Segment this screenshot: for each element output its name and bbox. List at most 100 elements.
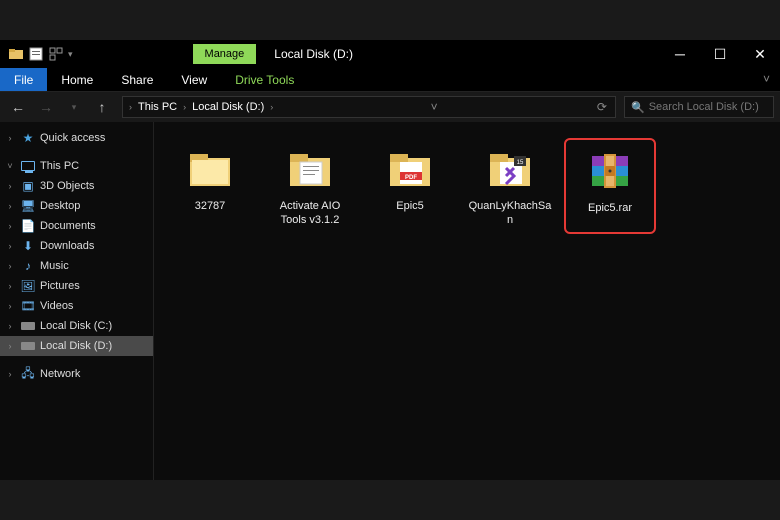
- sidebar-label: Pictures: [40, 280, 80, 292]
- file-explorer-window: ▾ Manage Local Disk (D:) ─ ☐ ✕ File Home…: [0, 0, 780, 520]
- cube-icon: ▣: [20, 178, 36, 194]
- titlebar: ▾ Manage Local Disk (D:) ─ ☐ ✕: [0, 40, 780, 68]
- chevron-right-icon[interactable]: ›: [4, 301, 16, 311]
- file-name: Epic5.rar: [588, 202, 632, 216]
- sidebar-label: Music: [40, 260, 69, 272]
- chevron-right-icon[interactable]: ›: [4, 221, 16, 231]
- downloads-icon: ⬇: [20, 238, 36, 254]
- manage-contextual-tab[interactable]: Manage: [193, 44, 257, 64]
- sidebar-label: Quick access: [40, 132, 105, 144]
- sidebar-label: 3D Objects: [40, 180, 94, 192]
- svg-text:PDF: PDF: [405, 175, 417, 181]
- chevron-right-icon[interactable]: ›: [4, 201, 16, 211]
- pc-icon: [20, 158, 36, 174]
- file-list[interactable]: 32787 Activate AIO Tools v3.1.2 PDF Epic…: [154, 122, 780, 480]
- navigation-pane: › ★ Quick access ˅ This PC › ▣ 3D Object…: [0, 122, 154, 480]
- sidebar-item-local-disk-c[interactable]: › Local Disk (C:): [0, 316, 153, 336]
- chevron-down-icon[interactable]: ˅: [4, 161, 16, 171]
- chevron-right-icon[interactable]: ›: [4, 181, 16, 191]
- sidebar-item-network[interactable]: › 🖧 Network: [0, 364, 153, 384]
- window-title: Local Disk (D:): [274, 47, 353, 61]
- properties-icon[interactable]: [28, 46, 44, 62]
- folder-icon: [8, 46, 24, 62]
- drive-icon: [20, 318, 36, 334]
- tab-home[interactable]: Home: [47, 68, 107, 91]
- sidebar-item-this-pc[interactable]: ˅ This PC: [0, 156, 153, 176]
- chevron-right-icon[interactable]: ›: [4, 261, 16, 271]
- chevron-right-icon[interactable]: ›: [4, 241, 16, 251]
- sidebar-item-music[interactable]: › ♪ Music: [0, 256, 153, 276]
- qat-dropdown-icon[interactable]: ▾: [68, 49, 73, 60]
- chevron-right-icon[interactable]: ›: [4, 369, 16, 379]
- breadcrumb-local-disk-d[interactable]: Local Disk (D:): [188, 101, 268, 113]
- chevron-right-icon[interactable]: ›: [4, 281, 16, 291]
- tab-file[interactable]: File: [0, 68, 47, 91]
- sidebar-item-local-disk-d[interactable]: › Local Disk (D:): [0, 336, 153, 356]
- sidebar-item-pictures[interactable]: › 🖼 Pictures: [0, 276, 153, 296]
- sidebar-item-quick-access[interactable]: › ★ Quick access: [0, 128, 153, 148]
- minimize-button[interactable]: ─: [660, 40, 700, 68]
- documents-icon: 📄: [20, 218, 36, 234]
- pictures-icon: 🖼: [20, 278, 36, 294]
- chevron-right-icon[interactable]: ›: [4, 133, 16, 143]
- checkbox-icon[interactable]: [48, 46, 64, 62]
- ribbon-tabs: File Home Share View Drive Tools ˅: [0, 68, 780, 92]
- folder-vs-icon: 15: [484, 144, 536, 196]
- drive-icon: [20, 338, 36, 354]
- sidebar-label: This PC: [40, 160, 79, 172]
- chevron-right-icon[interactable]: ›: [4, 321, 16, 331]
- search-icon: 🔍: [631, 101, 645, 114]
- ribbon-expand-icon[interactable]: ˅: [753, 68, 780, 91]
- desktop-icon: 🖥: [20, 198, 36, 214]
- folder-icon: [184, 144, 236, 196]
- rar-file-item[interactable]: Epic5.rar: [564, 138, 656, 234]
- sidebar-label: Network: [40, 368, 80, 380]
- sidebar-item-documents[interactable]: › 📄 Documents: [0, 216, 153, 236]
- tab-view[interactable]: View: [167, 68, 221, 91]
- folder-item[interactable]: Activate AIO Tools v3.1.2: [264, 138, 356, 234]
- sidebar-label: Desktop: [40, 200, 80, 212]
- address-bar[interactable]: › This PC › Local Disk (D:) › ˅ ⟳: [122, 96, 616, 118]
- recent-dropdown-icon[interactable]: ▾: [62, 95, 86, 119]
- sidebar-item-3d-objects[interactable]: › ▣ 3D Objects: [0, 176, 153, 196]
- up-button[interactable]: ↑: [90, 95, 114, 119]
- refresh-icon[interactable]: ⟳: [593, 100, 611, 114]
- rar-archive-icon: [584, 146, 636, 198]
- close-button[interactable]: ✕: [740, 40, 780, 68]
- maximize-button[interactable]: ☐: [700, 40, 740, 68]
- sidebar-label: Documents: [40, 220, 96, 232]
- sidebar-item-desktop[interactable]: › 🖥 Desktop: [0, 196, 153, 216]
- sidebar-label: Videos: [40, 300, 73, 312]
- sidebar-label: Downloads: [40, 240, 94, 252]
- sidebar-label: Local Disk (D:): [40, 340, 112, 352]
- folder-item[interactable]: 32787: [164, 138, 256, 234]
- star-icon: ★: [20, 130, 36, 146]
- forward-button[interactable]: →: [34, 95, 58, 119]
- file-name: 32787: [195, 200, 226, 214]
- address-dropdown-icon[interactable]: ˅: [427, 100, 442, 114]
- folder-item[interactable]: PDF Epic5: [364, 138, 456, 234]
- sidebar-item-videos[interactable]: › 🎞 Videos: [0, 296, 153, 316]
- tab-drive-tools[interactable]: Drive Tools: [221, 68, 308, 91]
- file-name: Activate AIO Tools v3.1.2: [266, 200, 354, 228]
- breadcrumb-this-pc[interactable]: This PC: [134, 101, 181, 113]
- folder-pdf-icon: PDF: [384, 144, 436, 196]
- search-input[interactable]: 🔍 Search Local Disk (D:): [624, 96, 774, 118]
- chevron-right-icon[interactable]: ›: [268, 102, 275, 112]
- sidebar-label: Local Disk (C:): [40, 320, 112, 332]
- folder-item[interactable]: 15 QuanLyKhachSan: [464, 138, 556, 234]
- search-placeholder: Search Local Disk (D:): [649, 101, 759, 113]
- music-icon: ♪: [20, 258, 36, 274]
- file-name: Epic5: [396, 200, 424, 214]
- network-icon: 🖧: [20, 366, 36, 382]
- chevron-right-icon[interactable]: ›: [181, 102, 188, 112]
- chevron-right-icon[interactable]: ›: [127, 102, 134, 112]
- sidebar-item-downloads[interactable]: › ⬇ Downloads: [0, 236, 153, 256]
- navigation-bar: ← → ▾ ↑ › This PC › Local Disk (D:) › ˅ …: [0, 92, 780, 122]
- back-button[interactable]: ←: [6, 95, 30, 119]
- chevron-right-icon[interactable]: ›: [4, 341, 16, 351]
- tab-share[interactable]: Share: [107, 68, 167, 91]
- quick-access-toolbar: ▾: [8, 46, 73, 62]
- file-name: QuanLyKhachSan: [466, 200, 554, 228]
- videos-icon: 🎞: [20, 298, 36, 314]
